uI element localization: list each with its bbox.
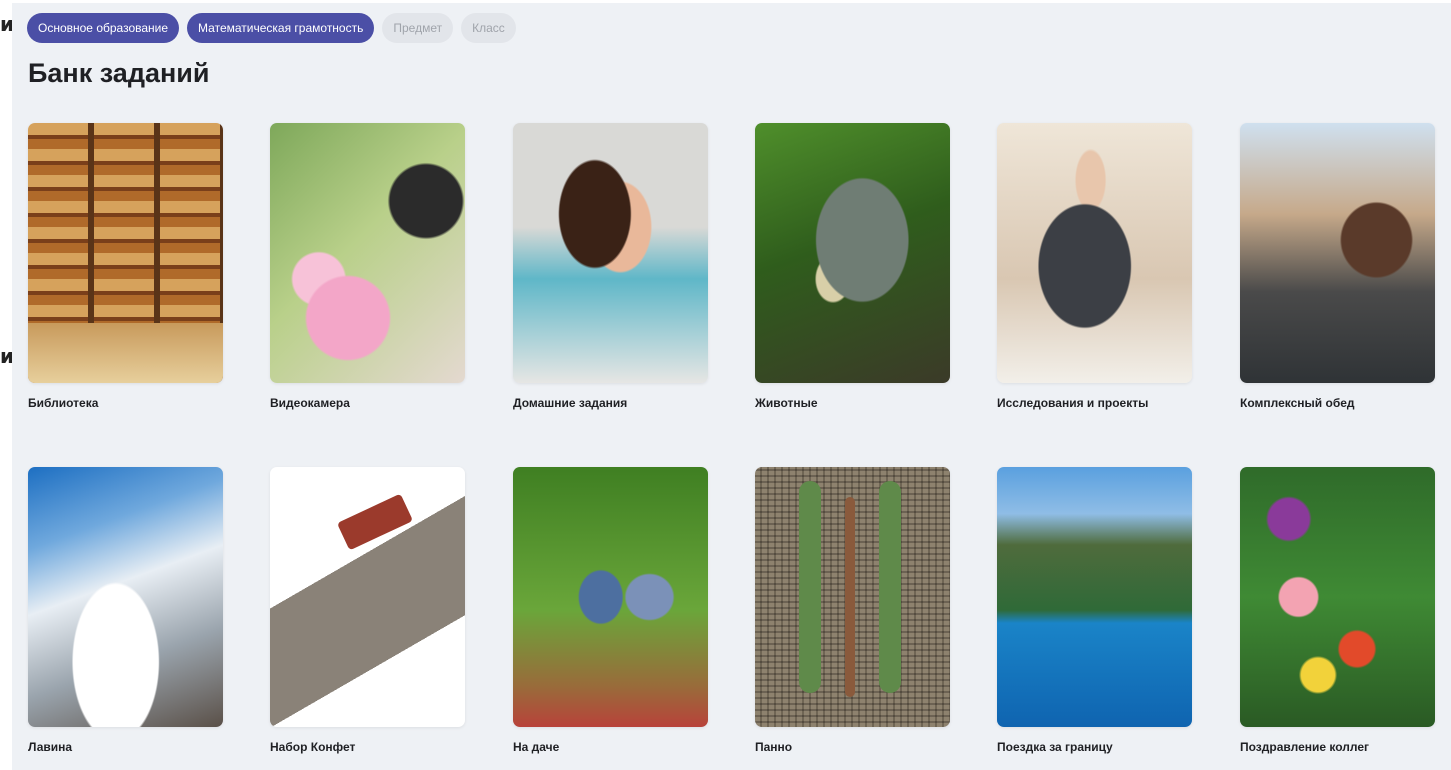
- library-photo[interactable]: [28, 123, 223, 383]
- task-card-camera[interactable]: Видеокамера: [270, 123, 465, 410]
- filter-chip-subject[interactable]: Предмет: [382, 13, 454, 43]
- task-bank-panel: Основное образование Математическая грам…: [12, 3, 1451, 770]
- task-card-title[interactable]: Исследования и проекты: [997, 396, 1148, 410]
- mosaic-photo[interactable]: [755, 467, 950, 727]
- task-card-title[interactable]: Домашние задания: [513, 396, 627, 410]
- task-card-title[interactable]: Видеокамера: [270, 396, 350, 410]
- task-card-library[interactable]: Библиотека: [28, 123, 223, 410]
- homework-photo[interactable]: [513, 123, 708, 383]
- candy-box-photo[interactable]: [270, 467, 465, 727]
- task-card-title[interactable]: Лавина: [28, 740, 72, 754]
- task-card-panno[interactable]: Панно: [755, 467, 950, 754]
- task-card-homework[interactable]: Домашние задания: [513, 123, 708, 410]
- task-card-avalanche[interactable]: Лавина: [28, 467, 223, 754]
- task-card-title[interactable]: Животные: [755, 396, 818, 410]
- task-card-title[interactable]: На даче: [513, 740, 559, 754]
- task-card-animals[interactable]: Животные: [755, 123, 950, 410]
- cafe-photo[interactable]: [1240, 123, 1435, 383]
- presentation-photo[interactable]: [997, 123, 1192, 383]
- task-card-dacha[interactable]: На даче: [513, 467, 708, 754]
- filter-chip-grade[interactable]: Класс: [461, 13, 516, 43]
- avalanche-photo[interactable]: [28, 467, 223, 727]
- task-card-title[interactable]: Библиотека: [28, 396, 98, 410]
- task-card-title[interactable]: Поздравление коллег: [1240, 740, 1369, 754]
- task-card-candy[interactable]: Набор Конфет: [270, 467, 465, 754]
- task-card-lunch[interactable]: Комплексный обед: [1240, 123, 1435, 410]
- flowers-photo[interactable]: [1240, 467, 1435, 727]
- filter-chip-education-level[interactable]: Основное образование: [27, 13, 180, 43]
- task-card-title[interactable]: Набор Конфет: [270, 740, 355, 754]
- camera-photo[interactable]: [270, 123, 465, 383]
- filter-chips: Основное образование Математическая грам…: [27, 13, 516, 43]
- crocodile-photo[interactable]: [755, 123, 950, 383]
- garden-photo[interactable]: [513, 467, 708, 727]
- task-card-congrats[interactable]: Поздравление коллег: [1240, 467, 1435, 754]
- seaside-photo[interactable]: [997, 467, 1192, 727]
- task-card-trip[interactable]: Поездка за границу: [997, 467, 1192, 754]
- task-card-title[interactable]: Панно: [755, 740, 792, 754]
- task-card-research[interactable]: Исследования и проекты: [997, 123, 1192, 410]
- filter-chip-literacy-type[interactable]: Математическая грамотность: [187, 13, 375, 43]
- task-card-title[interactable]: Комплексный обед: [1240, 396, 1355, 410]
- page-title: Банк заданий: [28, 58, 210, 88]
- left-edge-strip: и и: [0, 0, 14, 770]
- task-card-title[interactable]: Поездка за границу: [997, 740, 1113, 754]
